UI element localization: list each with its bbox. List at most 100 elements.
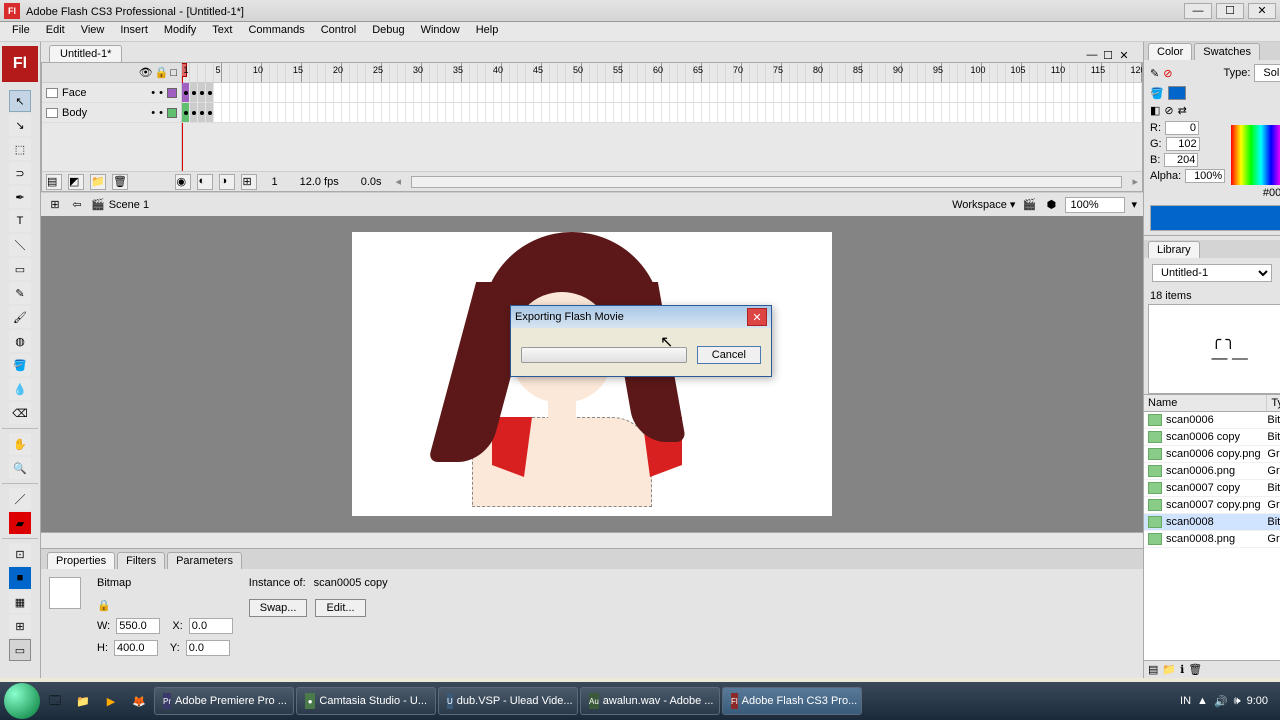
- doc-close-button[interactable]: ✕: [1117, 48, 1131, 62]
- stroke-color-tool[interactable]: ／: [9, 488, 31, 510]
- properties-tab-parameters[interactable]: Parameters: [167, 552, 242, 569]
- library-item-list[interactable]: scan0006Bitmapscan0006 copyBitmapscan000…: [1144, 412, 1280, 660]
- explorer-icon[interactable]: 📁: [70, 688, 96, 714]
- tray-icon[interactable]: ▲: [1197, 695, 1208, 707]
- cancel-button[interactable]: Cancel: [697, 346, 761, 364]
- brush-tool[interactable]: 🖌: [9, 306, 31, 328]
- menu-edit[interactable]: Edit: [38, 22, 73, 41]
- workspace-dropdown[interactable]: Workspace ▾: [952, 198, 1015, 211]
- properties-tab-filters[interactable]: Filters: [117, 552, 165, 569]
- zoom-dropdown-icon[interactable]: ▾: [1131, 198, 1137, 211]
- zoom-tool[interactable]: 🔍: [9, 457, 31, 479]
- layer-row[interactable]: Body••: [42, 103, 181, 123]
- outline-column-icon[interactable]: □: [170, 67, 177, 79]
- rectangle-tool[interactable]: ▭: [9, 258, 31, 280]
- doc-restore-button[interactable]: ☐: [1101, 48, 1115, 62]
- ink-bottle-tool[interactable]: ◍: [9, 330, 31, 352]
- menu-control[interactable]: Control: [313, 22, 364, 41]
- show-desktop-icon[interactable]: 🗔: [42, 688, 68, 714]
- paint-bucket-tool[interactable]: 🪣: [9, 354, 31, 376]
- edit-scene-icon[interactable]: ⊞: [47, 197, 63, 213]
- new-layer-button[interactable]: ▤: [46, 174, 62, 190]
- width-input[interactable]: [116, 618, 160, 634]
- edit-symbols-button[interactable]: ⬢: [1043, 197, 1059, 213]
- menu-text[interactable]: Text: [204, 22, 240, 41]
- text-tool[interactable]: T: [9, 210, 31, 232]
- menu-file[interactable]: File: [4, 22, 38, 41]
- frame-row[interactable]: [182, 103, 1142, 123]
- fill-color-tool[interactable]: ▰: [9, 512, 31, 534]
- free-transform-tool[interactable]: ⬚: [9, 138, 31, 160]
- frame-row[interactable]: [182, 83, 1142, 103]
- x-input[interactable]: [189, 618, 233, 634]
- pen-tool[interactable]: ✒: [9, 186, 31, 208]
- eye-column-icon[interactable]: 👁: [139, 66, 153, 79]
- color-spectrum[interactable]: [1231, 125, 1280, 185]
- layer-row[interactable]: Face••: [42, 83, 181, 103]
- option-tool-1[interactable]: ■: [9, 567, 31, 589]
- document-tab[interactable]: Untitled-1*: [49, 45, 122, 62]
- option-tool-4[interactable]: ▭: [9, 639, 31, 661]
- volume-icon[interactable]: 🕪: [1234, 695, 1241, 708]
- new-folder-button[interactable]: 📁: [1162, 663, 1176, 676]
- r-input[interactable]: [1165, 121, 1199, 135]
- new-folder-button[interactable]: 📁: [90, 174, 106, 190]
- height-input[interactable]: [114, 640, 158, 656]
- menu-commands[interactable]: Commands: [240, 22, 312, 41]
- delete-layer-button[interactable]: 🗑: [112, 174, 128, 190]
- subselection-tool[interactable]: ↘: [9, 114, 31, 136]
- start-button[interactable]: [4, 683, 40, 719]
- hand-tool[interactable]: ✋: [9, 433, 31, 455]
- no-stroke-icon[interactable]: ⊘: [1163, 67, 1172, 80]
- center-frame-button[interactable]: ◉: [175, 174, 191, 190]
- network-icon[interactable]: 🔊: [1214, 695, 1228, 708]
- no-color-icon[interactable]: ⊘: [1164, 104, 1173, 117]
- clock[interactable]: 9:00: [1247, 695, 1268, 707]
- bw-swap-icon[interactable]: ◧: [1150, 104, 1160, 117]
- selection-tool[interactable]: ↖: [9, 90, 31, 112]
- menu-window[interactable]: Window: [413, 22, 468, 41]
- lasso-tool[interactable]: ⊃: [9, 162, 31, 184]
- new-guide-layer-button[interactable]: ◩: [68, 174, 84, 190]
- delete-item-button[interactable]: 🗑: [1188, 663, 1202, 676]
- eyedropper-tool[interactable]: 💧: [9, 378, 31, 400]
- b-input[interactable]: [1164, 153, 1198, 167]
- line-tool[interactable]: ＼: [9, 234, 31, 256]
- swatches-tab[interactable]: Swatches: [1194, 43, 1260, 60]
- library-item[interactable]: scan0008.pngGraphic: [1144, 531, 1280, 548]
- firefox-icon[interactable]: 🦊: [126, 688, 152, 714]
- library-item[interactable]: scan0007 copyBitmap: [1144, 480, 1280, 497]
- edit-scene-button[interactable]: 🎬: [1021, 197, 1037, 213]
- new-symbol-button[interactable]: ▤: [1148, 663, 1158, 676]
- onion-skin-button[interactable]: ◐: [197, 174, 213, 190]
- library-tab[interactable]: Library: [1148, 241, 1200, 258]
- g-input[interactable]: [1166, 137, 1200, 151]
- library-item[interactable]: scan0008Bitmap: [1144, 514, 1280, 531]
- library-type-header[interactable]: Type: [1267, 395, 1280, 411]
- media-player-icon[interactable]: ▶: [98, 688, 124, 714]
- properties-button[interactable]: ℹ: [1180, 663, 1184, 676]
- stage-h-scrollbar[interactable]: [41, 532, 1143, 548]
- alpha-input[interactable]: [1185, 169, 1225, 183]
- dialog-titlebar[interactable]: Exporting Flash Movie ✕: [511, 306, 771, 328]
- onion-outline-button[interactable]: ◑: [219, 174, 235, 190]
- edit-button[interactable]: Edit...: [315, 599, 365, 617]
- doc-minimize-button[interactable]: —: [1085, 48, 1099, 62]
- zoom-select[interactable]: 100%: [1065, 197, 1125, 213]
- pencil-tool[interactable]: ✎: [9, 282, 31, 304]
- scene-indicator[interactable]: 🎬 Scene 1: [91, 198, 149, 211]
- lock-column-icon[interactable]: 🔒: [155, 66, 169, 79]
- menu-insert[interactable]: Insert: [112, 22, 156, 41]
- library-item[interactable]: scan0006.pngGraphic: [1144, 463, 1280, 480]
- library-item[interactable]: scan0006 copy.pngGraphic: [1144, 446, 1280, 463]
- taskbar-app[interactable]: Udub.VSP - Ulead Vide...: [438, 687, 578, 715]
- taskbar-app[interactable]: PrAdobe Premiere Pro ...: [154, 687, 294, 715]
- menu-view[interactable]: View: [73, 22, 113, 41]
- maximize-button[interactable]: ☐: [1216, 3, 1244, 19]
- swap-colors-icon[interactable]: ⇄: [1178, 104, 1187, 117]
- color-tab[interactable]: Color: [1148, 43, 1192, 60]
- menu-debug[interactable]: Debug: [364, 22, 412, 41]
- timeline-scrollbar[interactable]: [411, 176, 1122, 188]
- language-indicator[interactable]: IN: [1180, 695, 1191, 707]
- minimize-button[interactable]: —: [1184, 3, 1212, 19]
